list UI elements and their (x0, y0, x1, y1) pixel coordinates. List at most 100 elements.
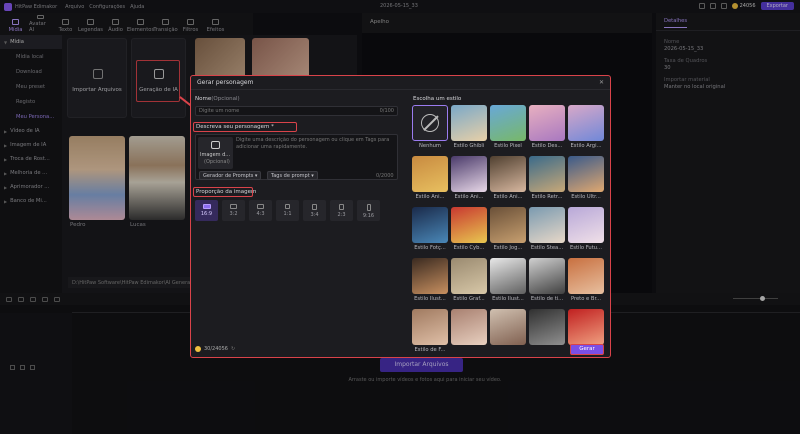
style-option[interactable]: Estilo Retr... (529, 156, 565, 202)
ratio-3-4[interactable]: 3:4 (303, 200, 326, 221)
name-counter: 0/100 (379, 108, 394, 114)
style-option[interactable]: Estilo Ilust... (490, 258, 526, 304)
style-thumb (490, 309, 526, 345)
style-name: Estilo Fotç... (414, 245, 446, 251)
ratio-16-9[interactable]: 16:9 (195, 200, 218, 221)
style-thumb (529, 156, 565, 192)
style-name: Estilo Ani... (493, 194, 523, 200)
style-option[interactable]: Estilo Ultr... (568, 156, 604, 202)
style-name: Estilo Des... (531, 143, 563, 149)
style-thumb (568, 309, 604, 345)
name-input[interactable]: Digite um nome 0/100 (195, 106, 398, 116)
style-thumb (529, 207, 565, 243)
style-thumb (529, 309, 565, 345)
style-thumb (412, 309, 448, 345)
ratio-shape-icon (202, 204, 211, 209)
style-option[interactable]: Estilo Cyb... (451, 207, 487, 253)
style-option[interactable]: Estilo Ani... (412, 156, 448, 202)
ratio-2-3[interactable]: 2:3 (330, 200, 353, 221)
style-name: Estilo Ultr... (571, 194, 601, 200)
style-name: Estilo Futu... (570, 245, 602, 251)
style-name: Estilo Pixel (494, 143, 522, 149)
style-thumb (568, 156, 604, 192)
describe-label-highlight (193, 122, 297, 132)
prompt-generator-button[interactable]: Gerador de Prompts ▾ (199, 171, 262, 180)
close-icon[interactable]: ✕ (599, 79, 604, 86)
prompt-tags-button[interactable]: Tags de prompt ▾ (267, 171, 318, 180)
style-option[interactable]: Estilo Argi... (568, 105, 604, 151)
style-label: Escolha um estilo (413, 96, 462, 102)
style-name: Estilo Graf... (453, 296, 485, 302)
style-option[interactable]: Estilo Graf... (451, 258, 487, 304)
ratio-9-16[interactable]: 9:16 (357, 200, 380, 221)
style-name: Estilo Jog... (493, 245, 523, 251)
style-thumb (490, 156, 526, 192)
style-name: Estilo Argi... (570, 143, 602, 149)
style-thumb (412, 156, 448, 192)
image-upload-icon (211, 141, 220, 149)
style-option[interactable]: Estilo de F... (412, 309, 448, 355)
style-name: Preto e Br... (570, 296, 602, 302)
ratio-3-2[interactable]: 3:2 (222, 200, 245, 221)
style-name: Estilo Retr... (531, 194, 563, 200)
description-counter: 0/2000 (376, 173, 394, 179)
style-option[interactable]: Estilo Fotç... (412, 207, 448, 253)
style-name: Estilo Ani... (454, 194, 484, 200)
style-none[interactable]: Nenhum (412, 105, 448, 151)
style-option[interactable]: Estilo Pixel (490, 105, 526, 151)
style-thumb (451, 258, 487, 294)
generate-button[interactable]: Gerar (570, 344, 604, 355)
style-thumb (490, 258, 526, 294)
style-thumb (529, 258, 565, 294)
name-label: Nome(Opcional) (195, 96, 240, 102)
style-thumb (451, 207, 487, 243)
dialog-title: Gerar personagem (191, 76, 610, 90)
style-option[interactable]: Estilo de ti... (529, 258, 565, 304)
ratio-label-highlight (193, 187, 253, 197)
ratio-1-1[interactable]: 1:1 (276, 200, 299, 221)
none-icon (421, 114, 439, 132)
ratio-4-3[interactable]: 4:3 (249, 200, 272, 221)
style-name: Estilo Stea... (530, 245, 564, 251)
style-option[interactable] (451, 309, 487, 355)
style-option[interactable]: Estilo Jog... (490, 207, 526, 253)
style-none-thumb (412, 105, 448, 141)
style-option[interactable]: Estilo Ghibli (451, 105, 487, 151)
generate-character-dialog: Gerar personagem ✕ Nome(Opcional) Digite… (190, 75, 611, 358)
style-name: Estilo de F... (414, 347, 446, 353)
style-thumb (490, 105, 526, 141)
style-option[interactable]: Estilo Ani... (451, 156, 487, 202)
ratio-shape-icon (230, 204, 237, 209)
style-option[interactable] (490, 309, 526, 355)
style-option[interactable]: Preto e Br... (568, 258, 604, 304)
style-name: Estilo Ani... (415, 194, 445, 200)
ratio-shape-icon (285, 204, 290, 209)
style-option[interactable]: Estilo Futu... (568, 207, 604, 253)
style-option[interactable]: Estilo Stea... (529, 207, 565, 253)
style-thumb (568, 207, 604, 243)
style-thumb (568, 258, 604, 294)
style-thumb (412, 258, 448, 294)
style-name: Estilo Ilust... (492, 296, 524, 302)
coin-icon (195, 346, 201, 352)
ratio-shape-icon (257, 204, 264, 209)
style-thumb (451, 309, 487, 345)
style-thumb (451, 105, 487, 141)
style-name: Estilo Cyb... (453, 245, 485, 251)
style-name: Estilo de ti... (530, 296, 564, 302)
style-thumb (412, 207, 448, 243)
style-option[interactable]: Estilo Des... (529, 105, 565, 151)
style-option[interactable]: Estilo Ani... (490, 156, 526, 202)
ratio-shape-icon (366, 204, 371, 211)
style-thumb (490, 207, 526, 243)
refresh-icon[interactable]: ↻ (231, 346, 235, 352)
style-name: Estilo Ilust... (414, 296, 446, 302)
style-option[interactable] (529, 309, 565, 355)
ratio-shape-icon (312, 204, 317, 210)
style-option[interactable]: Estilo Ilust... (412, 258, 448, 304)
image-upload[interactable]: Imagem d... (Opcional) (198, 137, 233, 169)
ratio-shape-icon (339, 204, 344, 210)
style-thumb (529, 105, 565, 141)
style-name: Nenhum (419, 143, 441, 149)
style-name: Estilo Ghibli (453, 143, 485, 149)
